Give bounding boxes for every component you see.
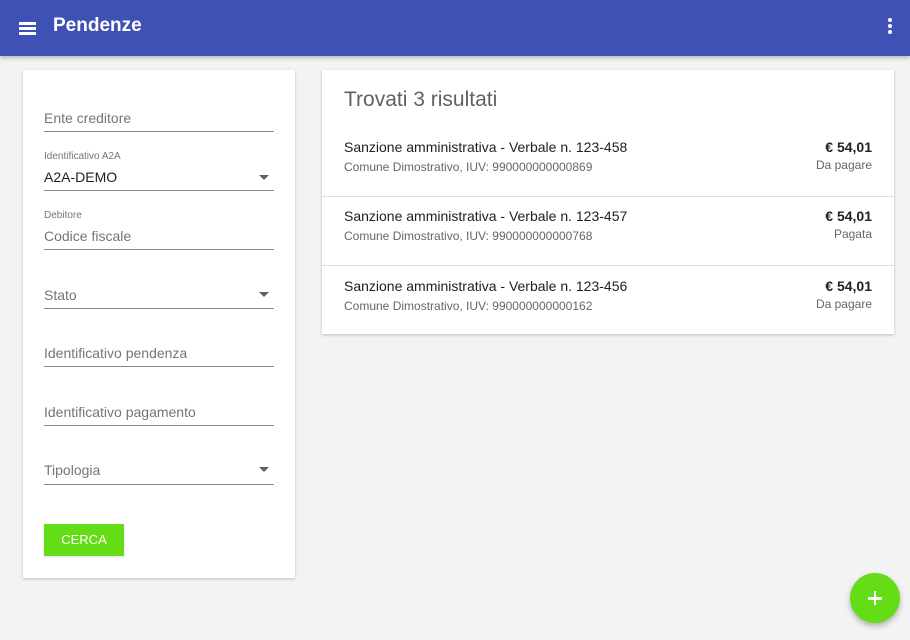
result-subtitle: Comune Dimostrativo, IUV: 99000000000086…	[344, 160, 593, 174]
identificativo-a2a-select[interactable]: Identificativo A2A A2A-DEMO	[44, 148, 274, 191]
result-subtitle: Comune Dimostrativo, IUV: 99000000000016…	[344, 299, 593, 313]
divider	[322, 265, 894, 266]
add-button[interactable]	[850, 573, 900, 623]
arrow-drop-down-icon[interactable]	[259, 292, 269, 297]
identificativo-pagamento-field[interactable]: Identificativo pagamento	[44, 393, 274, 426]
ente-creditore-placeholder: Ente creditore	[44, 110, 132, 126]
menu-icon[interactable]	[14, 14, 42, 42]
identificativo-pendenza-placeholder: Identificativo pendenza	[44, 345, 188, 361]
tipologia-placeholder: Tipologia	[44, 462, 101, 478]
result-row[interactable]: Sanzione amministrativa - Verbale n. 123…	[322, 267, 894, 336]
result-status: Pagata	[833, 227, 872, 241]
result-title: Sanzione amministrativa - Verbale n. 123…	[344, 278, 628, 294]
add-icon	[873, 591, 877, 605]
result-row[interactable]: Sanzione amministrativa - Verbale n. 123…	[322, 197, 894, 266]
more-vert-icon[interactable]	[882, 14, 898, 42]
result-status: Da pagare	[815, 297, 872, 311]
result-row[interactable]: Sanzione amministrativa - Verbale n. 123…	[322, 128, 894, 197]
results-heading: Trovati 3 risultati	[344, 88, 498, 111]
result-amount: € 54,01	[825, 208, 872, 224]
ente-creditore-field[interactable]: Ente creditore	[44, 100, 274, 132]
app-bar: Pendenze	[0, 0, 910, 56]
arrow-drop-down-icon[interactable]	[259, 175, 269, 180]
debitore-label: Debitore	[44, 210, 82, 221]
stato-select[interactable]: Stato	[44, 275, 274, 309]
app-title: Pendenze	[53, 15, 142, 36]
codice-fiscale-placeholder: Codice fiscale	[44, 228, 132, 244]
filter-panel: Ente creditore Identificativo A2A A2A-DE…	[23, 70, 295, 578]
debitore-field[interactable]: Debitore Codice fiscale	[44, 207, 274, 250]
result-amount: € 54,01	[825, 139, 872, 155]
results-panel: Trovati 3 risultati Sanzione amministrat…	[322, 70, 894, 334]
arrow-drop-down-icon[interactable]	[259, 467, 269, 472]
result-title: Sanzione amministrativa - Verbale n. 123…	[344, 139, 628, 155]
identificativo-a2a-label: Identificativo A2A	[44, 151, 121, 162]
result-title: Sanzione amministrativa - Verbale n. 123…	[344, 208, 628, 224]
tipologia-select[interactable]: Tipologia	[44, 451, 274, 485]
result-status: Da pagare	[815, 158, 872, 172]
result-subtitle: Comune Dimostrativo, IUV: 99000000000076…	[344, 229, 593, 243]
stato-placeholder: Stato	[44, 287, 77, 303]
identificativo-pagamento-placeholder: Identificativo pagamento	[44, 404, 196, 420]
result-amount: € 54,01	[825, 278, 872, 294]
identificativo-a2a-value: A2A-DEMO	[44, 169, 118, 185]
identificativo-pendenza-field[interactable]: Identificativo pendenza	[44, 334, 274, 367]
search-button[interactable]: CERCA	[44, 524, 124, 556]
